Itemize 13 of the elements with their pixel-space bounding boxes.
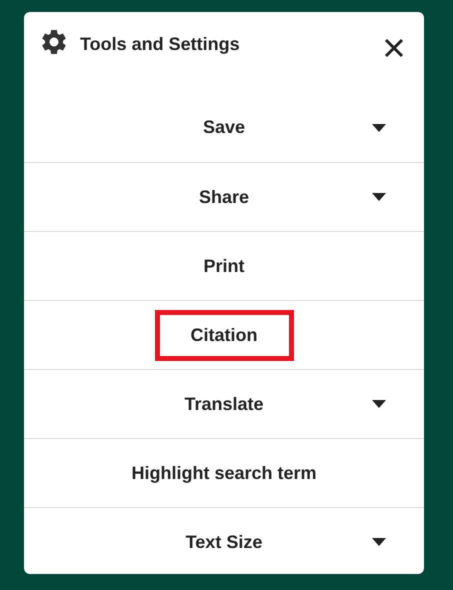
- close-button[interactable]: [382, 36, 406, 60]
- menu-item[interactable]: Highlight search term: [131, 460, 317, 486]
- menu-item[interactable]: Share: [198, 184, 250, 210]
- menu-item[interactable]: Citation: [154, 310, 294, 360]
- menu-item[interactable]: Print: [203, 252, 244, 280]
- panel-title: Tools and Settings: [80, 33, 240, 56]
- caret-icon[interactable]: [372, 193, 386, 201]
- caret-icon[interactable]: [372, 124, 386, 132]
- menu-item[interactable]: Text Size: [186, 528, 262, 556]
- menu-item[interactable]: Save: [202, 114, 246, 141]
- menu-item[interactable]: Translate: [184, 390, 264, 418]
- caret-icon[interactable]: [372, 538, 386, 546]
- caret-icon[interactable]: [372, 400, 386, 408]
